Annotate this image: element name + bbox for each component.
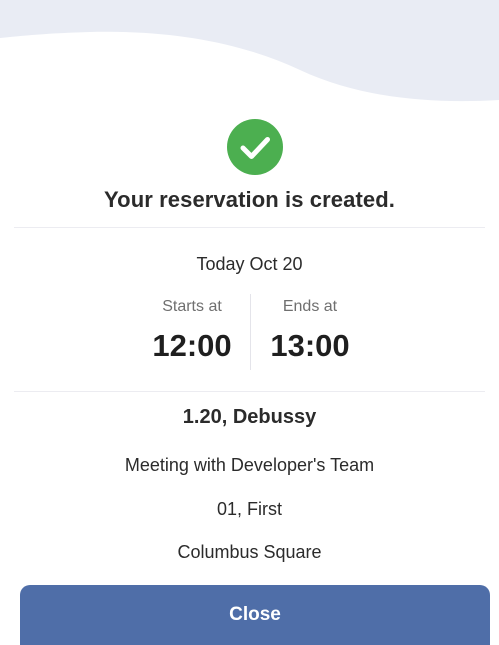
starts-at-label: Starts at: [162, 298, 222, 315]
time-separator: [250, 294, 251, 370]
close-button[interactable]: Close: [20, 585, 490, 645]
building-name: Columbus Square: [177, 542, 322, 562]
room-name: 1.20, Debussy: [182, 406, 317, 428]
reservation-confirmation-screen: Your reservation is created. Today Oct 2…: [0, 0, 499, 645]
reservation-date: Today Oct 20: [196, 254, 303, 274]
floor-name: 01, First: [216, 499, 282, 519]
divider-middle: [14, 391, 485, 392]
header-wave-decoration: [0, 0, 499, 102]
end-time-value: 13:00: [270, 328, 350, 363]
end-time-block: Ends at 13:00: [255, 296, 365, 364]
start-time-value: 12:00: [152, 328, 232, 363]
check-circle-icon: [227, 119, 283, 175]
start-time-block: Starts at 12:00: [137, 296, 247, 364]
confirmation-title: Your reservation is created.: [104, 187, 395, 212]
divider-top: [14, 227, 485, 228]
meeting-subject: Meeting with Developer's Team: [124, 455, 375, 475]
ends-at-label: Ends at: [282, 298, 338, 315]
